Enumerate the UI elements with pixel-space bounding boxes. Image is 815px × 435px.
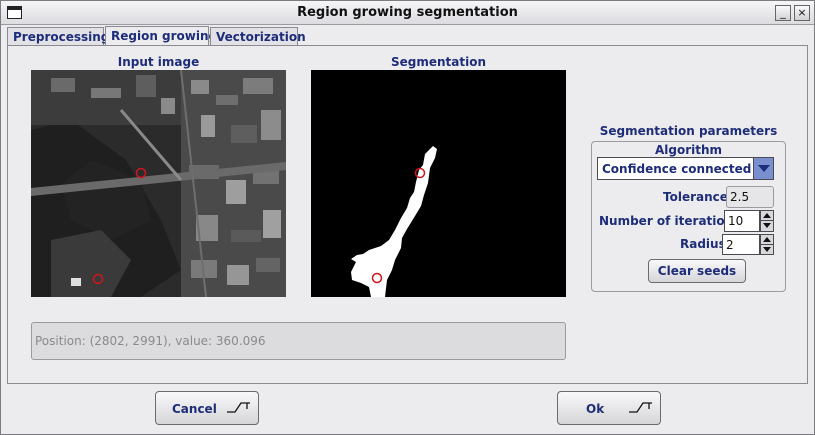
position-readout: Position: (2802, 2991), value: 360.096 [31,322,566,360]
algorithm-select[interactable]: Confidence connected [597,157,774,180]
increment-icon[interactable] [761,235,773,245]
iterations-spinbox[interactable]: 10 [724,210,760,232]
enter-key-icon [629,402,652,413]
tolerance-label: Tolerance [663,190,728,204]
dialog-window: Region growing segmentation _ × Preproce… [0,0,815,435]
enter-key-icon [227,402,250,413]
radius-spinbox[interactable]: 2 [722,234,760,255]
tolerance-field[interactable]: 2.5 [726,186,774,208]
segmentation-caption: Segmentation [390,55,487,69]
tab-vectorization[interactable]: Vectorization [210,27,306,46]
minimize-button[interactable]: _ [775,5,791,21]
algorithm-label: Algorithm [654,143,723,157]
window-title: Region growing segmentation [297,5,518,20]
increment-icon[interactable] [761,211,773,221]
params-group-title: Segmentation parameters [599,124,778,138]
ok-button[interactable]: Ok [557,391,661,425]
satellite-image [31,70,286,297]
title-bar[interactable]: Region growing segmentation _ × [1,1,814,25]
segmentation-view[interactable] [311,70,566,297]
algorithm-value: Confidence connected [602,162,752,176]
ok-label: Ok [586,402,605,416]
close-button[interactable]: × [794,5,810,21]
clear-seeds-button[interactable]: Clear seeds [648,259,746,283]
decrement-icon[interactable] [761,221,773,231]
cancel-button[interactable]: Cancel [155,391,259,425]
cancel-label: Cancel [172,402,217,416]
radius-label: Radius [680,237,726,251]
chevron-down-icon[interactable] [753,158,773,179]
iterations-label: Number of iterations [599,214,741,228]
radius-stepper[interactable] [760,234,774,255]
tab-region-growing[interactable]: Region growing [105,26,217,47]
decrement-icon[interactable] [761,245,773,255]
segmentation-mask [311,70,566,297]
tab-preprocessing[interactable]: Preprocessing [7,27,109,46]
input-image-caption: Input image [117,55,200,69]
iterations-stepper[interactable] [760,210,774,232]
input-image-view[interactable] [31,70,286,297]
